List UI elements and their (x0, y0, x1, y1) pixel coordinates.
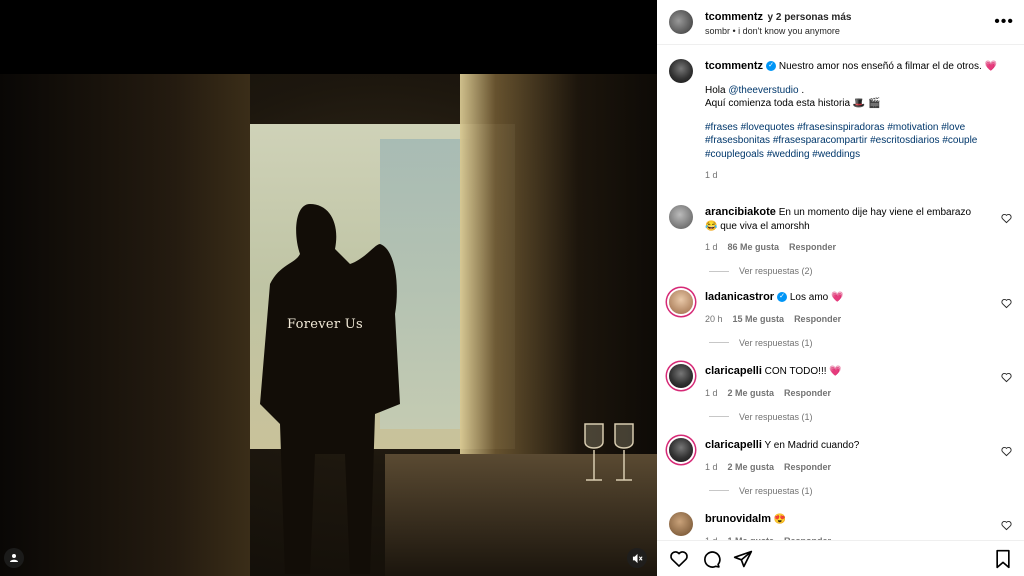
caption-mention-suffix: . (798, 84, 805, 96)
verified-icon: ✓ (777, 292, 788, 303)
comment-username[interactable]: claricapelli (705, 365, 762, 377)
comment-username[interactable]: claricapelli (705, 439, 762, 451)
comment-time: 1 d (705, 242, 718, 253)
comment-avatar[interactable] (669, 364, 693, 388)
caption-text: Nuestro amor nos enseñó a filmar el de o… (778, 61, 982, 72)
caption-hashtags[interactable]: #frases #lovequotes #frasesinspiradoras … (705, 121, 1005, 162)
post-media[interactable]: Forever Us (0, 0, 657, 576)
caption-avatar[interactable] (669, 59, 693, 83)
author-username[interactable]: tcommentz (705, 11, 763, 23)
like-heart-icon[interactable] (1001, 446, 1012, 457)
author-avatar[interactable] (669, 10, 693, 34)
view-replies-button[interactable]: Ver respuestas (1) (709, 412, 1014, 422)
comment-button[interactable] (701, 549, 721, 569)
caption-time: 1 d (705, 170, 718, 181)
caption-mention[interactable]: @theeverstudio (728, 85, 798, 96)
share-button[interactable] (733, 549, 753, 569)
like-heart-icon[interactable] (1001, 372, 1012, 383)
caption-line2: Aquí comienza toda esta historia (705, 98, 851, 110)
post-side-panel: tcommentz y 2 personas más sombr • i don… (657, 0, 1024, 576)
post-header: tcommentz y 2 personas más sombr • i don… (657, 0, 1024, 45)
caption: tcommentz ✓ Nuestro amor nos enseñó a fil… (657, 45, 1024, 181)
comment-reply-button[interactable]: Responder (789, 242, 836, 252)
comment-text: CON TODO!!! 💗 (764, 366, 842, 377)
mute-button[interactable] (627, 548, 647, 568)
comment-time: 1 d (705, 461, 718, 472)
comment-item: ladanicastror ✓ Los amo 💗 20 h 15 Me gusta… (669, 290, 1014, 348)
bookmark-icon (996, 549, 1010, 568)
view-replies-button[interactable]: Ver respuestas (1) (709, 338, 1014, 348)
comment-avatar[interactable] (669, 512, 693, 536)
like-heart-icon[interactable] (1001, 298, 1012, 309)
comment-likes[interactable]: 2 Me gusta (728, 388, 775, 398)
comment-reply-button[interactable]: Responder (794, 314, 841, 324)
heart-icon (670, 550, 688, 567)
verified-icon: ✓ (766, 61, 777, 72)
comment-time: 20 h (705, 313, 723, 324)
more-options-icon[interactable]: ••• (994, 13, 1014, 31)
like-heart-icon[interactable] (1001, 213, 1012, 224)
like-heart-icon[interactable] (1001, 520, 1012, 531)
couple-silhouette (260, 204, 400, 574)
view-replies-button[interactable]: Ver respuestas (1) (709, 486, 1014, 496)
comment-avatar[interactable] (669, 205, 693, 229)
comment-time: 1 d (705, 387, 718, 398)
comment-likes[interactable]: 86 Me gusta (728, 242, 780, 252)
post-actions-bar (657, 540, 1024, 576)
comment-avatar[interactable] (669, 290, 693, 314)
wine-glasses (584, 423, 634, 481)
tagged-user-button[interactable] (4, 548, 24, 568)
comment-likes[interactable]: 2 Me gusta (728, 462, 775, 472)
send-icon (733, 550, 753, 567)
comment-item: claricapelli Y en Madrid cuando? 1 d 2 Me… (669, 438, 1014, 496)
comment-avatar[interactable] (669, 438, 693, 462)
comment-reply-button[interactable]: Responder (784, 462, 831, 472)
save-button[interactable] (994, 549, 1012, 569)
comment-item: claricapelli CON TODO!!! 💗 1 d 2 Me gusta… (669, 364, 1014, 422)
comment-text: 😍 (773, 514, 787, 525)
comment-likes[interactable]: 15 Me gusta (733, 314, 785, 324)
caption-emoji: 💗 (984, 61, 997, 72)
caption-username[interactable]: tcommentz (705, 60, 763, 72)
comment-username[interactable]: arancibiakote (705, 206, 776, 218)
like-button[interactable] (669, 549, 689, 569)
comment-item: arancibiakote En un momento dije hay vie… (669, 205, 1014, 276)
caption-line2-emoji: 🎩 🎬 (852, 98, 881, 110)
comment-text: Y en Madrid cuando? (764, 440, 860, 451)
comment-username[interactable]: brunovidalm (705, 513, 771, 525)
mute-icon (632, 553, 643, 563)
comment-username[interactable]: ladanicastror (705, 291, 774, 303)
video-overlay-text: Forever Us (286, 317, 364, 332)
collab-text[interactable]: y 2 personas más (768, 12, 852, 23)
view-replies-button[interactable]: Ver respuestas (2) (709, 266, 1014, 276)
user-icon (10, 554, 18, 562)
comment-icon (704, 550, 721, 568)
comment-text: Los amo 💗 (789, 292, 844, 303)
caption-greeting: Hola (705, 84, 726, 96)
audio-track[interactable]: sombr • i don't know you anymore (705, 26, 851, 37)
comment-reply-button[interactable]: Responder (784, 388, 831, 398)
